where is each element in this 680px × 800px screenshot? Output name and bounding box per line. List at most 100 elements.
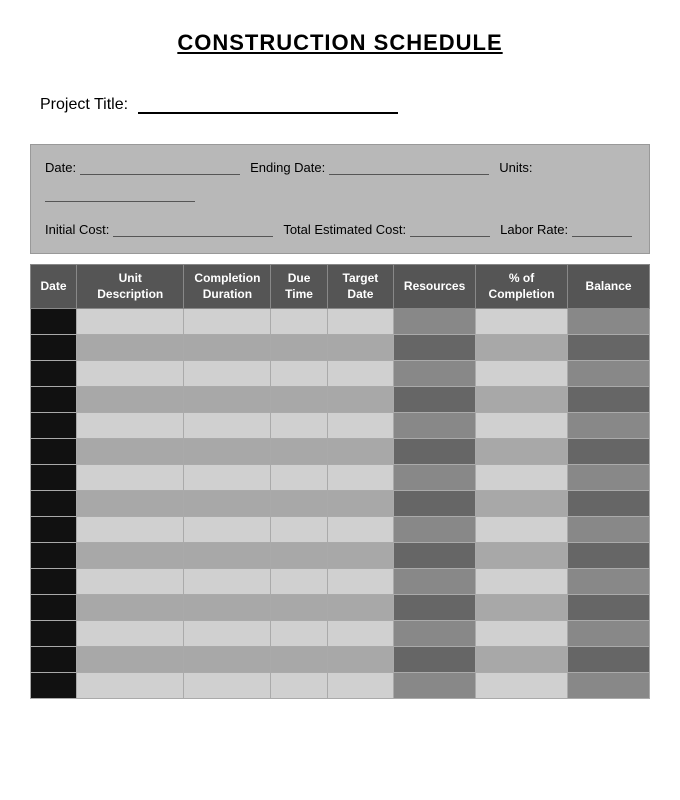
table-cell[interactable] xyxy=(476,569,568,595)
table-cell[interactable] xyxy=(77,647,184,673)
table-cell[interactable] xyxy=(394,361,476,387)
table-cell[interactable] xyxy=(476,595,568,621)
table-row[interactable] xyxy=(31,543,650,569)
table-cell[interactable] xyxy=(77,621,184,647)
table-row[interactable] xyxy=(31,465,650,491)
table-cell[interactable] xyxy=(568,543,650,569)
units-input[interactable] xyxy=(45,188,195,202)
table-cell[interactable] xyxy=(476,673,568,699)
table-cell[interactable] xyxy=(327,465,394,491)
table-cell[interactable] xyxy=(476,491,568,517)
table-cell[interactable] xyxy=(271,413,327,439)
table-cell[interactable] xyxy=(327,361,394,387)
table-cell[interactable] xyxy=(77,569,184,595)
table-cell[interactable] xyxy=(394,335,476,361)
table-cell[interactable] xyxy=(476,413,568,439)
table-cell[interactable] xyxy=(568,517,650,543)
table-cell[interactable] xyxy=(568,491,650,517)
table-cell[interactable] xyxy=(31,465,77,491)
table-cell[interactable] xyxy=(184,387,271,413)
table-cell[interactable] xyxy=(77,413,184,439)
table-cell[interactable] xyxy=(327,673,394,699)
table-cell[interactable] xyxy=(327,543,394,569)
table-cell[interactable] xyxy=(327,569,394,595)
table-cell[interactable] xyxy=(476,543,568,569)
table-row[interactable] xyxy=(31,387,650,413)
table-cell[interactable] xyxy=(394,647,476,673)
table-cell[interactable] xyxy=(271,517,327,543)
table-cell[interactable] xyxy=(77,439,184,465)
table-row[interactable] xyxy=(31,309,650,335)
table-cell[interactable] xyxy=(31,595,77,621)
table-cell[interactable] xyxy=(568,335,650,361)
table-cell[interactable] xyxy=(327,413,394,439)
table-cell[interactable] xyxy=(77,387,184,413)
table-cell[interactable] xyxy=(271,465,327,491)
table-cell[interactable] xyxy=(31,335,77,361)
table-cell[interactable] xyxy=(327,309,394,335)
table-cell[interactable] xyxy=(394,673,476,699)
project-title-input[interactable] xyxy=(138,112,398,114)
table-cell[interactable] xyxy=(394,439,476,465)
table-row[interactable] xyxy=(31,569,650,595)
table-cell[interactable] xyxy=(394,309,476,335)
table-cell[interactable] xyxy=(394,413,476,439)
table-cell[interactable] xyxy=(394,569,476,595)
initial-cost-input[interactable] xyxy=(113,223,273,237)
table-cell[interactable] xyxy=(31,413,77,439)
table-cell[interactable] xyxy=(184,647,271,673)
table-cell[interactable] xyxy=(327,491,394,517)
table-cell[interactable] xyxy=(31,569,77,595)
table-cell[interactable] xyxy=(394,387,476,413)
table-cell[interactable] xyxy=(394,517,476,543)
table-cell[interactable] xyxy=(31,543,77,569)
labor-rate-input[interactable] xyxy=(572,223,632,237)
table-cell[interactable] xyxy=(327,439,394,465)
table-cell[interactable] xyxy=(184,517,271,543)
table-row[interactable] xyxy=(31,621,650,647)
table-cell[interactable] xyxy=(271,595,327,621)
table-cell[interactable] xyxy=(568,413,650,439)
table-cell[interactable] xyxy=(394,543,476,569)
table-cell[interactable] xyxy=(77,673,184,699)
table-cell[interactable] xyxy=(327,335,394,361)
table-cell[interactable] xyxy=(271,569,327,595)
table-cell[interactable] xyxy=(31,517,77,543)
table-row[interactable] xyxy=(31,439,650,465)
table-cell[interactable] xyxy=(568,309,650,335)
table-cell[interactable] xyxy=(476,309,568,335)
table-cell[interactable] xyxy=(476,387,568,413)
table-row[interactable] xyxy=(31,517,650,543)
table-cell[interactable] xyxy=(271,309,327,335)
table-cell[interactable] xyxy=(568,673,650,699)
table-cell[interactable] xyxy=(271,335,327,361)
table-cell[interactable] xyxy=(568,361,650,387)
table-row[interactable] xyxy=(31,673,650,699)
table-cell[interactable] xyxy=(476,517,568,543)
table-cell[interactable] xyxy=(31,387,77,413)
table-cell[interactable] xyxy=(31,621,77,647)
table-cell[interactable] xyxy=(77,491,184,517)
table-cell[interactable] xyxy=(184,413,271,439)
table-cell[interactable] xyxy=(77,517,184,543)
table-cell[interactable] xyxy=(568,387,650,413)
table-cell[interactable] xyxy=(31,309,77,335)
table-cell[interactable] xyxy=(327,647,394,673)
table-cell[interactable] xyxy=(77,309,184,335)
table-cell[interactable] xyxy=(394,491,476,517)
table-cell[interactable] xyxy=(327,595,394,621)
table-cell[interactable] xyxy=(476,465,568,491)
table-cell[interactable] xyxy=(271,673,327,699)
total-estimated-input[interactable] xyxy=(410,223,490,237)
table-cell[interactable] xyxy=(271,491,327,517)
table-row[interactable] xyxy=(31,335,650,361)
table-cell[interactable] xyxy=(184,621,271,647)
table-row[interactable] xyxy=(31,413,650,439)
table-cell[interactable] xyxy=(184,439,271,465)
table-cell[interactable] xyxy=(184,361,271,387)
table-cell[interactable] xyxy=(568,647,650,673)
table-cell[interactable] xyxy=(271,387,327,413)
table-cell[interactable] xyxy=(184,309,271,335)
table-cell[interactable] xyxy=(31,439,77,465)
table-cell[interactable] xyxy=(394,595,476,621)
